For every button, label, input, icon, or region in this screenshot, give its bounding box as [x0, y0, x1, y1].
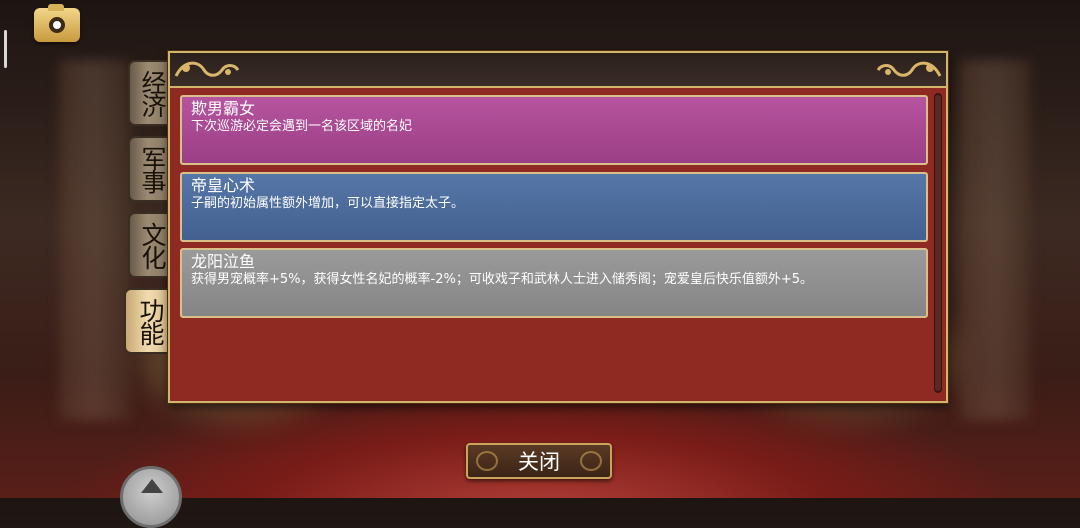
item-description: 子嗣的初始属性额外增加，可以直接指定太子。 [191, 196, 465, 211]
item-name: 龙阳泣鱼 [191, 252, 256, 271]
feature-panel: 欺男霸女 下次巡游必定会遇到一名该区域的名妃 帝皇心术 子嗣的初始属性额外增加，… [168, 51, 948, 403]
panel-header [170, 53, 946, 88]
list-item[interactable]: 龙阳泣鱼 获得男宠概率+5%，获得女性名妃的概率-2%；可收戏子和武林人士进入储… [180, 248, 928, 318]
background-pillar [60, 60, 130, 420]
camera-icon [49, 17, 65, 33]
scrollbar[interactable] [934, 93, 942, 393]
dragon-ornament-icon [876, 61, 942, 77]
camera-button[interactable] [34, 4, 80, 42]
item-name: 帝皇心术 [191, 176, 256, 195]
background-pillar [960, 60, 1030, 420]
list-item[interactable]: 欺男霸女 下次巡游必定会遇到一名该区域的名妃 [180, 95, 928, 165]
item-description: 获得男宠概率+5%，获得女性名妃的概率-2%；可收戏子和武林人士进入储秀阁；宠爱… [191, 272, 813, 287]
cloud-ornament-icon [476, 451, 498, 471]
item-description: 下次巡游必定会遇到一名该区域的名妃 [191, 119, 413, 134]
list-item[interactable]: 帝皇心术 子嗣的初始属性额外增加，可以直接指定太子。 [180, 172, 928, 242]
edge-indicator [4, 30, 7, 68]
up-arrow-icon [141, 479, 163, 493]
dragon-ornament-icon [174, 61, 240, 77]
camera-icon-top [48, 4, 64, 11]
close-button[interactable]: 关闭 [466, 443, 612, 479]
cloud-ornament-icon [580, 451, 602, 471]
close-button-label: 关闭 [518, 450, 560, 474]
up-button[interactable] [120, 466, 182, 528]
scrollbar-thumb[interactable] [935, 95, 941, 391]
item-name: 欺男霸女 [191, 99, 256, 118]
